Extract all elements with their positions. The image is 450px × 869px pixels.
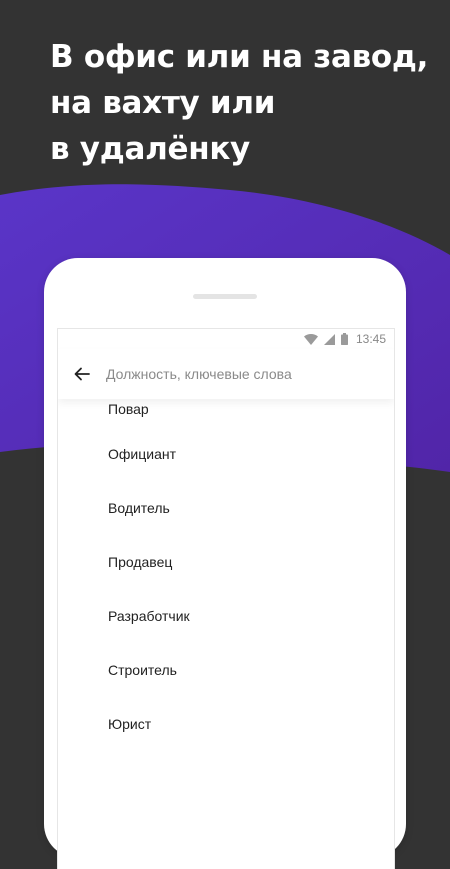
- suggestion-item[interactable]: Водитель: [58, 481, 394, 535]
- phone-speaker: [193, 294, 257, 299]
- status-time: 13:45: [355, 332, 386, 346]
- suggestion-item[interactable]: Разработчик: [58, 589, 394, 643]
- search-input[interactable]: [106, 366, 366, 382]
- phone-screen: 13:45 Повар Официант Водитель Продавец Р…: [57, 328, 395, 869]
- suggestion-item[interactable]: Повар: [58, 401, 394, 427]
- suggestion-list: Повар Официант Водитель Продавец Разрабо…: [58, 401, 394, 751]
- headline-line-2: на вахту или: [50, 85, 276, 121]
- battery-icon: [340, 333, 348, 345]
- suggestion-item[interactable]: Юрист: [58, 697, 394, 751]
- phone-mockup: 13:45 Повар Официант Водитель Продавец Р…: [44, 258, 406, 869]
- signal-icon: [323, 333, 335, 345]
- wifi-icon: [303, 333, 318, 345]
- search-bar: [58, 349, 394, 399]
- back-arrow-icon[interactable]: [72, 364, 92, 384]
- promo-headline: В офис или на завод, на вахту или в удал…: [50, 34, 430, 172]
- suggestion-item[interactable]: Официант: [58, 427, 394, 481]
- headline-line-3: в удалёнку: [50, 131, 250, 167]
- suggestion-item[interactable]: Продавец: [58, 535, 394, 589]
- headline-line-1: В офис или на завод,: [50, 39, 429, 75]
- status-bar: 13:45: [58, 329, 394, 349]
- suggestion-item[interactable]: Строитель: [58, 643, 394, 697]
